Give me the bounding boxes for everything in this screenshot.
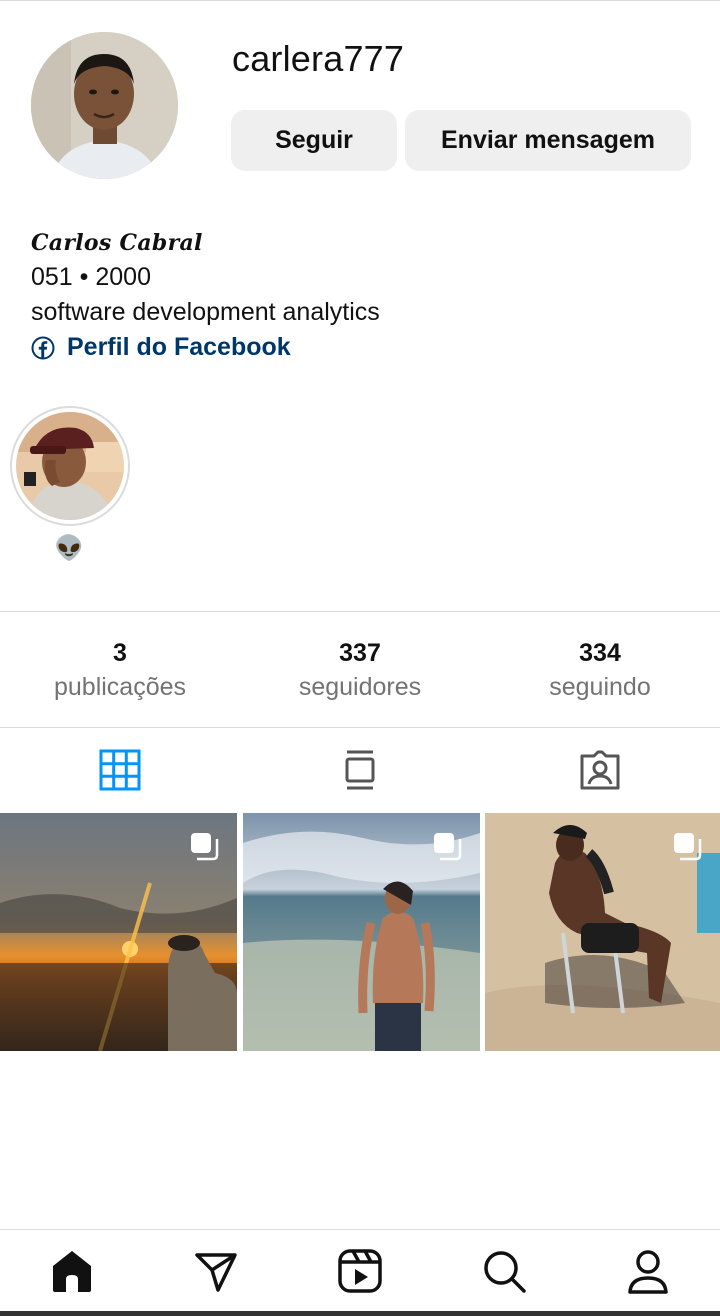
tagged-icon bbox=[580, 750, 620, 790]
grid-icon bbox=[99, 749, 141, 791]
nav-home[interactable] bbox=[0, 1230, 144, 1311]
tab-grid[interactable] bbox=[0, 728, 240, 812]
top-divider bbox=[0, 0, 720, 1]
nav-search[interactable] bbox=[432, 1230, 576, 1311]
highlight-label: 👽 bbox=[54, 535, 84, 562]
posts-label: publicações bbox=[53, 672, 187, 701]
profile-stats: 3 publicações 337 seguidores 334 seguind… bbox=[0, 612, 720, 727]
posts-count: 3 bbox=[113, 638, 127, 667]
multi-photo-icon bbox=[434, 833, 462, 861]
tab-feed[interactable] bbox=[240, 728, 480, 812]
posts-grid bbox=[0, 813, 720, 1051]
reels-icon bbox=[338, 1248, 382, 1293]
direct-icon bbox=[195, 1252, 237, 1292]
profile-bio: Carlos Cabral 051 • 2000 software develo… bbox=[31, 226, 380, 365]
tab-tagged[interactable] bbox=[480, 728, 720, 812]
following-label: seguindo bbox=[549, 672, 651, 701]
multi-photo-icon bbox=[191, 833, 219, 861]
search-icon bbox=[484, 1250, 526, 1293]
bio-line-1: 051 • 2000 bbox=[31, 263, 151, 291]
followers-count: 337 bbox=[339, 638, 381, 667]
home-icon bbox=[53, 1250, 91, 1292]
post-tile[interactable] bbox=[485, 813, 720, 1051]
post-tile[interactable] bbox=[0, 813, 237, 1051]
story-highlight[interactable] bbox=[10, 406, 130, 526]
nav-profile[interactable] bbox=[576, 1230, 720, 1311]
profile-tabs bbox=[0, 728, 720, 812]
following-count: 334 bbox=[579, 638, 621, 667]
bio-display-name: Carlos Cabral bbox=[31, 230, 203, 256]
profile-username: carlera777 bbox=[232, 38, 405, 79]
nav-reels[interactable] bbox=[288, 1230, 432, 1311]
highlight-image bbox=[16, 412, 124, 520]
follow-button[interactable]: Seguir bbox=[231, 110, 397, 171]
bio-line-2: software development analytics bbox=[31, 298, 380, 326]
highlight-cover bbox=[16, 412, 124, 520]
stat-following[interactable]: 334 seguindo bbox=[480, 612, 720, 727]
avatar-image bbox=[31, 32, 178, 179]
stat-followers[interactable]: 337 seguidores bbox=[240, 612, 480, 727]
feed-icon bbox=[345, 750, 375, 790]
followers-label: seguidores bbox=[298, 672, 422, 701]
profile-icon bbox=[628, 1249, 668, 1294]
nav-direct[interactable] bbox=[144, 1230, 288, 1311]
stat-posts[interactable]: 3 publicações bbox=[0, 612, 240, 727]
facebook-profile-link[interactable]: Perfil do Facebook bbox=[31, 330, 380, 365]
multi-photo-icon bbox=[674, 833, 702, 861]
system-bottom-bar bbox=[0, 1311, 720, 1316]
facebook-icon bbox=[31, 336, 55, 359]
facebook-link-label: Perfil do Facebook bbox=[67, 333, 291, 361]
send-message-button[interactable]: Enviar mensagem bbox=[405, 110, 691, 171]
bottom-navigation bbox=[0, 1229, 720, 1311]
profile-avatar[interactable] bbox=[31, 32, 178, 179]
post-tile[interactable] bbox=[243, 813, 480, 1051]
